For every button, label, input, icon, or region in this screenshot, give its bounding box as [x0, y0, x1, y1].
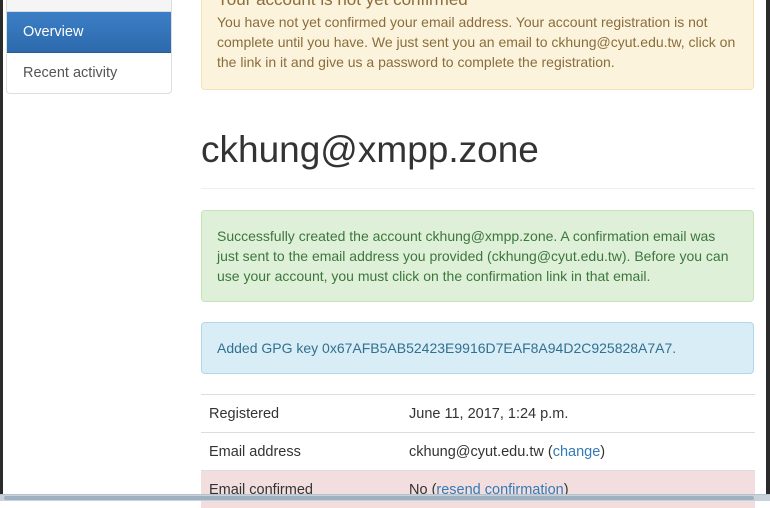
horizontal-scrollbar[interactable] [0, 494, 770, 501]
table-row: Email confirmed No (resend confirmation) [201, 471, 755, 508]
registered-label: Registered [201, 395, 401, 433]
success-alert: Successfully created the account ckhung@… [201, 210, 754, 302]
email-value: ckhung@cyut.edu.tw [409, 444, 544, 460]
email-close-paren: ) [600, 444, 605, 460]
warning-title: Your account is not yet confirmed [217, 0, 738, 11]
scrollbar-thumb[interactable] [4, 496, 754, 500]
title-divider [201, 188, 755, 189]
warning-body: You have not yet confirmed your email ad… [217, 12, 738, 72]
window-right-edge [766, 0, 770, 501]
unconfirmed-warning-alert: Your account is not yet confirmed You ha… [201, 0, 754, 90]
email-confirmed-cell: No (resend confirmation) [401, 471, 755, 508]
gpg-info-alert: Added GPG key 0x67AFB5AB52423E9916D7EAF8… [201, 322, 754, 374]
registered-value: June 11, 2017, 1:24 p.m. [401, 395, 755, 433]
email-label: Email address [201, 433, 401, 471]
account-details-table: Registered June 11, 2017, 1:24 p.m. Emai… [201, 394, 755, 508]
email-cell: ckhung@cyut.edu.tw (change) [401, 433, 755, 471]
sidebar-item-recent-activity[interactable]: Recent activity [7, 53, 171, 93]
table-row: Email address ckhung@cyut.edu.tw (change… [201, 433, 755, 471]
table-row: Registered June 11, 2017, 1:24 p.m. [201, 395, 755, 433]
email-confirmed-label: Email confirmed [201, 471, 401, 508]
sidebar-item-previous[interactable] [7, 0, 171, 12]
email-open-paren: ( [544, 444, 553, 460]
change-email-link[interactable]: change [553, 444, 601, 460]
account-sidebar: Overview Recent activity [6, 0, 172, 94]
sidebar-item-overview[interactable]: Overview [7, 12, 171, 53]
page-title: ckhung@xmpp.zone [201, 126, 539, 174]
success-message: Successfully created the account ckhung@… [217, 228, 729, 284]
gpg-info-message: Added GPG key 0x67AFB5AB52423E9916D7EAF8… [217, 340, 676, 356]
window-left-edge [0, 0, 3, 501]
